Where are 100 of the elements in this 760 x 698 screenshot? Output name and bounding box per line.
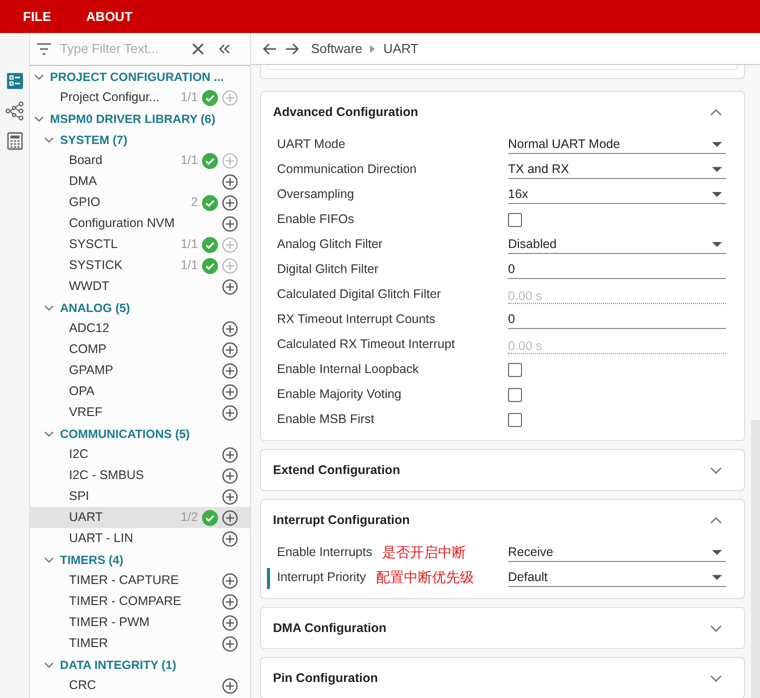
add-icon[interactable] <box>222 468 238 484</box>
tree-group-label[interactable]: MSPM0 DRIVER LIBRARY (6) <box>50 110 216 128</box>
tree-item[interactable]: SYSTICK 1/1 <box>30 255 250 276</box>
tree-item[interactable]: TIMER - CAPTURE <box>30 570 250 591</box>
add-icon[interactable] <box>222 530 238 546</box>
add-icon[interactable] <box>222 572 238 588</box>
readonly-field: 0.00 s <box>508 286 726 304</box>
tree-item[interactable]: I2C <box>30 444 250 465</box>
field-label: Enable Majority Voting <box>277 386 402 404</box>
filter-field[interactable]: Type Filter Text... <box>60 39 184 59</box>
chevron-icon[interactable] <box>44 304 54 312</box>
tree-item[interactable]: COMP <box>30 339 250 360</box>
add-icon[interactable] <box>222 636 238 652</box>
readonly-field: 0.00 s <box>508 336 726 354</box>
tree-item[interactable]: Project Configur... 1/1 <box>30 87 250 108</box>
tree-item[interactable]: SPI <box>30 486 250 507</box>
tree-item[interactable]: TIMER <box>30 633 250 654</box>
dropdown-arrow-icon <box>712 550 722 554</box>
add-icon[interactable] <box>222 446 238 462</box>
node-tree-icon[interactable] <box>4 101 24 121</box>
tree-group-label[interactable]: COMMUNICATIONS (5) <box>60 424 190 442</box>
add-icon[interactable] <box>222 488 238 504</box>
dropdown-arrow-icon <box>712 242 722 246</box>
add-icon[interactable] <box>222 362 238 378</box>
add-icon[interactable] <box>222 278 238 294</box>
back-arrow-icon[interactable] <box>263 42 277 54</box>
menu-item[interactable]: ABOUT <box>86 6 132 26</box>
tree-item[interactable]: CRC <box>30 675 250 696</box>
instance-count: 1/1 <box>180 89 198 106</box>
checkbox[interactable] <box>508 212 522 226</box>
dropdown[interactable]: Receive <box>508 544 726 562</box>
tree-item[interactable]: ADC12 <box>30 318 250 339</box>
dropdown[interactable]: Default <box>508 568 726 586</box>
tree-item[interactable]: Configuration NVM <box>30 213 250 234</box>
add-icon[interactable] <box>222 174 238 190</box>
field-label: Enable MSB First <box>277 411 374 428</box>
tree-group-label[interactable]: TIMERS (4) <box>60 550 124 568</box>
dropdown-arrow-icon <box>712 142 722 146</box>
chevron-icon[interactable] <box>710 674 722 682</box>
tree-item[interactable]: Board 1/1 <box>30 150 250 171</box>
configuration-icon[interactable] <box>4 71 24 91</box>
chevron-icon[interactable] <box>44 660 54 668</box>
dropdown[interactable]: Normal UART Mode <box>508 136 726 154</box>
tree-item[interactable]: UART - LIN <box>30 528 250 549</box>
tree-item[interactable]: UART 1/2 <box>30 507 250 528</box>
add-icon[interactable] <box>222 342 238 358</box>
tree-item[interactable]: OPA <box>30 381 250 402</box>
chevron-icon[interactable] <box>34 114 44 122</box>
dropdown[interactable]: TX and RX <box>508 160 726 178</box>
tree-item[interactable]: DMA <box>30 171 250 192</box>
collapse-icon[interactable] <box>218 43 230 55</box>
tree-group-label[interactable]: PROJECT CONFIGURATION ... <box>50 68 224 86</box>
add-icon[interactable] <box>222 320 238 336</box>
chevron-icon[interactable] <box>710 466 722 474</box>
chevron-icon[interactable] <box>34 72 44 80</box>
tree-item[interactable]: TIMER - PWM <box>30 612 250 633</box>
add-icon[interactable] <box>222 194 238 210</box>
card-title: Interrupt Configuration <box>273 512 410 529</box>
card-title: Pin Configuration <box>273 670 378 687</box>
add-icon[interactable] <box>222 404 238 420</box>
add-icon[interactable] <box>222 216 238 232</box>
checkbox[interactable] <box>508 362 522 376</box>
chevron-icon[interactable] <box>710 624 722 632</box>
tree-item[interactable]: TIMER - COMPARE <box>30 591 250 612</box>
tree-item[interactable]: WWDT <box>30 276 250 297</box>
instance-count: 1/1 <box>180 152 198 170</box>
tree-item[interactable]: I2C - SMBUS <box>30 465 250 486</box>
tree-item[interactable]: VREF <box>30 402 250 423</box>
instance-count: 2 <box>191 194 198 212</box>
filter-icon[interactable] <box>36 43 52 55</box>
chevron-icon[interactable] <box>44 430 54 438</box>
input-field[interactable]: 0 <box>508 310 726 328</box>
dropdown[interactable]: 16x <box>508 186 726 204</box>
add-icon[interactable] <box>222 678 238 694</box>
add-icon[interactable] <box>222 510 238 526</box>
annotation: 配置中断优先级 <box>376 568 474 587</box>
chevron-icon[interactable] <box>710 516 722 524</box>
chevron-icon[interactable] <box>44 556 54 564</box>
tree-group-label[interactable]: SYSTEM (7) <box>60 130 128 148</box>
dropdown[interactable]: Disabled <box>508 236 726 254</box>
close-icon[interactable] <box>192 43 204 55</box>
menu-item[interactable]: FILE <box>23 6 52 26</box>
add-icon[interactable] <box>222 614 238 630</box>
calculator-icon[interactable] <box>4 131 24 151</box>
tree-group-label[interactable]: DATA INTEGRITY (1) <box>60 656 176 674</box>
field-label: Enable FIFOs <box>277 211 354 228</box>
chevron-icon[interactable] <box>44 136 54 144</box>
tree-item[interactable]: GPIO 2 <box>30 192 250 213</box>
forward-arrow-icon[interactable] <box>285 42 299 54</box>
add-icon[interactable] <box>222 384 238 400</box>
input-field[interactable]: 0 <box>508 260 726 278</box>
tree-group-label[interactable]: ANALOG (5) <box>60 298 130 316</box>
checkbox[interactable] <box>508 388 522 402</box>
checkbox[interactable] <box>508 412 522 426</box>
add-icon[interactable] <box>222 594 238 610</box>
breadcrumb-link[interactable]: Software <box>311 38 362 58</box>
tree-item[interactable]: GPAMP <box>30 360 250 381</box>
tree-item[interactable]: SYSCTL 1/1 <box>30 234 250 255</box>
breadcrumb-link[interactable]: UART <box>383 38 418 58</box>
chevron-icon[interactable] <box>710 108 722 116</box>
